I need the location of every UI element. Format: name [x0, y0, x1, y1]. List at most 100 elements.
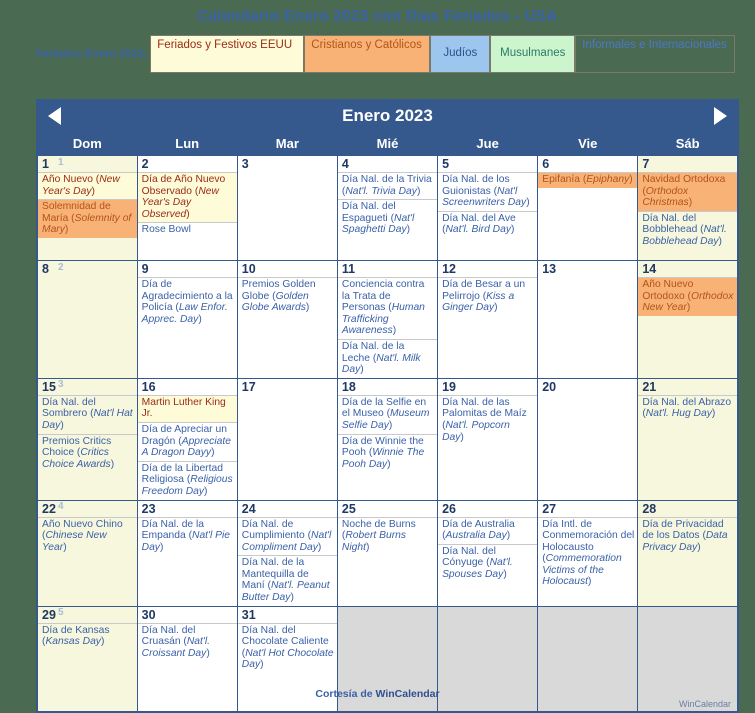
- calendar-event[interactable]: Solemnidad de María (Solemnity of Mary): [38, 199, 137, 238]
- calendar-day-cell[interactable]: 2 Día de Año Nuevo Observado (New Year's …: [136, 155, 238, 261]
- calendar-day-cell[interactable]: 8: [36, 260, 138, 379]
- footer: Cortesía de WinCalendar: [0, 688, 755, 700]
- calendar-day-cell[interactable]: 27 Día Intl. de Conmemoración del Holocau…: [537, 499, 639, 607]
- calendar-event[interactable]: Día de Australia (Australia Day): [438, 516, 537, 544]
- calendar-day-cell[interactable]: 13: [537, 260, 639, 379]
- calendar-day-cell[interactable]: 10 Premios Golden Globe (Golden Globe Awa…: [236, 260, 338, 379]
- calendar-event[interactable]: Premios Golden Globe (Golden Globe Award…: [238, 277, 337, 316]
- legend-label: Feriados Enero 2023:: [36, 48, 148, 60]
- calendar-day-cell[interactable]: 16 Martin Luther King Jr. Día de Apreciar …: [136, 377, 238, 501]
- calendar-day-cell[interactable]: 1 Año Nuevo (New Year's Day) Solemnidad de…: [36, 155, 138, 261]
- calendar-event[interactable]: Día Nal. de la Leche (Nat'l. Milk Day): [338, 338, 437, 377]
- month-header: Enero 2023: [36, 99, 739, 132]
- calendar-event[interactable]: Día de Winnie the Pooh (Winnie The Pooh …: [338, 433, 437, 473]
- calendar-event[interactable]: Martin Luther King Jr.: [138, 394, 237, 422]
- calendar-day-cell[interactable]: 21 Día Nal. del Abrazo (Nat'l. Hug Day): [637, 377, 739, 501]
- calendar-day-cell[interactable]: 20: [537, 377, 639, 501]
- month-title: Enero 2023: [342, 106, 433, 125]
- calendar-day-cell[interactable]: 9 Día de Agradecimiento a la Policía (Law…: [136, 260, 238, 379]
- calendar-event[interactable]: Navidad Ortodoxa (Orthodox Christmas): [638, 172, 737, 211]
- calendar-event[interactable]: Día de Agradecimiento a la Policía (Law …: [138, 277, 237, 327]
- calendar-event[interactable]: Día Nal. del Chocolate Caliente (Nat'l H…: [238, 622, 337, 673]
- calendar-event[interactable]: Año Nuevo (New Year's Day): [38, 172, 137, 200]
- watermark: WinCalendar: [678, 698, 731, 709]
- prev-month-arrow-icon[interactable]: [48, 107, 61, 125]
- day-number: 2: [141, 157, 149, 171]
- day-number: 19: [442, 379, 456, 394]
- calendar-event[interactable]: Día de la Selfie en el Museo (Museum Sel…: [338, 394, 437, 434]
- calendar-event[interactable]: Día Nal. de la Mantequilla de Maní (Nat'…: [238, 555, 337, 605]
- next-month-arrow-icon[interactable]: [714, 107, 727, 125]
- day-number: 28: [642, 501, 657, 516]
- day-number: 9: [141, 262, 149, 276]
- legend-item-us[interactable]: Feriados y Festivos EEUU: [150, 35, 305, 73]
- calendar-event[interactable]: Día Intl. de Conmemoración del Holocaust…: [538, 516, 637, 591]
- calendar-day-cell[interactable]: 25 Noche de Burns (Robert Burns Night): [336, 499, 439, 607]
- calendar-event[interactable]: Día Nal. del Ave (Nat'l. Bird Day): [438, 210, 537, 238]
- week-number: 3: [58, 379, 64, 391]
- legend-item-christian[interactable]: Cristianos y Católicos: [304, 35, 431, 73]
- day-number: 26: [442, 501, 456, 516]
- calendar-day-cell[interactable]: 17: [236, 377, 338, 501]
- calendar-event[interactable]: Día de Kansas (Kansas Day): [38, 622, 137, 650]
- day-number: 23: [141, 501, 156, 516]
- calendar-event[interactable]: Día Nal. de la Empanda (Nat'l Pie Day): [138, 516, 237, 556]
- calendar-event[interactable]: Día de Año Nuevo Observado (New Year's D…: [138, 172, 237, 223]
- calendar-event[interactable]: Día Nal. del Bobblehead (Nat'l. Bobblehe…: [638, 210, 737, 250]
- day-number: 7: [642, 157, 650, 171]
- weekday-header-row: Dom Lun Mar Mié Jue Vie Sáb: [36, 131, 739, 156]
- calendar-event[interactable]: Día Nal. de las Palomitas de Maíz (Nat'l…: [438, 394, 537, 445]
- calendar-day-cell[interactable]: 12 Día de Besar a un Pelirrojo (Kiss a Gi…: [437, 260, 539, 379]
- calendar-day-cell[interactable]: 6 Epifanía (Epiphany): [537, 155, 639, 261]
- calendar-event[interactable]: Premios Critics Choice (Critics Choice A…: [38, 433, 137, 473]
- calendar-day-cell[interactable]: 11 Conciencia contra la Trata de Personas…: [336, 260, 439, 379]
- weekday-header-vie: Vie: [537, 131, 639, 156]
- calendar-day-cell[interactable]: 4 Día Nal. de la Trivia (Nat'l. Trivia Da…: [336, 155, 439, 261]
- calendar-day-cell[interactable]: 26 Día de Australia (Australia Day) Día Na…: [437, 499, 539, 607]
- calendar-day-cell[interactable]: 7 Navidad Ortodoxa (Orthodox Christmas) Dí…: [637, 155, 739, 261]
- day-number: 11: [341, 262, 356, 276]
- legend-item-muslim[interactable]: Musulmanes: [490, 35, 576, 73]
- day-number: 15: [42, 379, 56, 394]
- calendar-event[interactable]: Día Nal. del Cruasán (Nat'l. Croissant D…: [138, 622, 237, 662]
- calendar-event[interactable]: Epifanía (Epiphany): [538, 172, 637, 188]
- calendar-day-cell[interactable]: 22 Año Nuevo Chino (Chinese New Year): [36, 499, 138, 607]
- calendar-day-cell[interactable]: 3: [236, 155, 338, 261]
- calendar-event[interactable]: Día de la Libertad Religiosa (Religious …: [138, 460, 237, 499]
- day-number: 10: [241, 262, 256, 276]
- legend-item-international[interactable]: Informales e Internacionales: [575, 35, 736, 73]
- calendar-event[interactable]: Día de Besar a un Pelirrojo (Kiss a Ging…: [438, 277, 537, 316]
- calendar-day-cell[interactable]: 18 Día de la Selfie en el Museo (Museum S…: [336, 377, 439, 501]
- calendar-event[interactable]: Día Nal. de los Guionistas (Nat'l Screen…: [438, 172, 537, 211]
- calendar-day-cell[interactable]: 28 Día de Privacidad de los Datos (Data P…: [637, 499, 739, 607]
- weekday-header-sab: Sáb: [637, 131, 739, 156]
- calendar-day-cell[interactable]: 15 Día Nal. del Sombrero (Nat'l Hat Day) P…: [36, 377, 138, 501]
- calendar-event[interactable]: Noche de Burns (Robert Burns Night): [338, 516, 437, 556]
- calendar-event[interactable]: Día Nal. de la Trivia (Nat'l. Trivia Day…: [338, 172, 437, 199]
- calendar-table: Enero 2023 Dom Lun Mar Mié Jue Vie Sáb 1…: [36, 99, 739, 713]
- calendar-event[interactable]: Día Nal. del Espagueti (Nat'l Spaghetti …: [338, 199, 437, 238]
- legend-item-jewish[interactable]: Judíos: [430, 35, 491, 73]
- calendar-event[interactable]: Día de Apreciar un Dragón (Appreciate A …: [138, 421, 237, 461]
- day-number: 24: [241, 501, 256, 516]
- calendar-day-cell[interactable]: 23 Día Nal. de la Empanda (Nat'l Pie Day): [136, 499, 238, 607]
- calendar-event[interactable]: Día Nal. de Cumplimiento (Nat'l Complime…: [238, 516, 337, 556]
- day-number: 31: [241, 607, 256, 622]
- calendar-week-row: 22 Año Nuevo Chino (Chinese New Year) 23 Dí…: [36, 499, 739, 607]
- calendar-day-cell[interactable]: 14 Año Nuevo Ortodoxo (Orthodox New Year): [637, 260, 739, 379]
- calendar-event[interactable]: Conciencia contra la Trata de Personas (…: [338, 277, 437, 339]
- calendar-event[interactable]: Día Nal. del Abrazo (Nat'l. Hug Day): [638, 394, 737, 422]
- calendar-event[interactable]: Día de Privacidad de los Datos (Data Pri…: [638, 516, 737, 556]
- calendar-event[interactable]: Día Nal. del Cónyuge (Nat'l. Spouses Day…: [438, 543, 537, 583]
- calendar-day-cell[interactable]: 19 Día Nal. de las Palomitas de Maíz (Nat…: [437, 377, 539, 501]
- day-number: 29: [42, 607, 56, 622]
- calendar-day-cell[interactable]: 24 Día Nal. de Cumplimiento (Nat'l Compli…: [236, 499, 338, 607]
- calendar-event[interactable]: Año Nuevo Chino (Chinese New Year): [38, 516, 137, 556]
- calendar-event[interactable]: Rose Bowl: [138, 222, 237, 238]
- calendar-day-cell[interactable]: 5 Día Nal. de los Guionistas (Nat'l Scree…: [437, 155, 539, 261]
- calendar-event[interactable]: Día Nal. del Sombrero (Nat'l Hat Day): [38, 394, 137, 434]
- day-number: 22: [42, 501, 56, 516]
- calendar-event[interactable]: Año Nuevo Ortodoxo (Orthodox New Year): [638, 277, 737, 316]
- calendar-container: Enero 2023 Dom Lun Mar Mié Jue Vie Sáb 1…: [36, 99, 739, 713]
- footer-brand[interactable]: WinCalendar: [376, 688, 440, 700]
